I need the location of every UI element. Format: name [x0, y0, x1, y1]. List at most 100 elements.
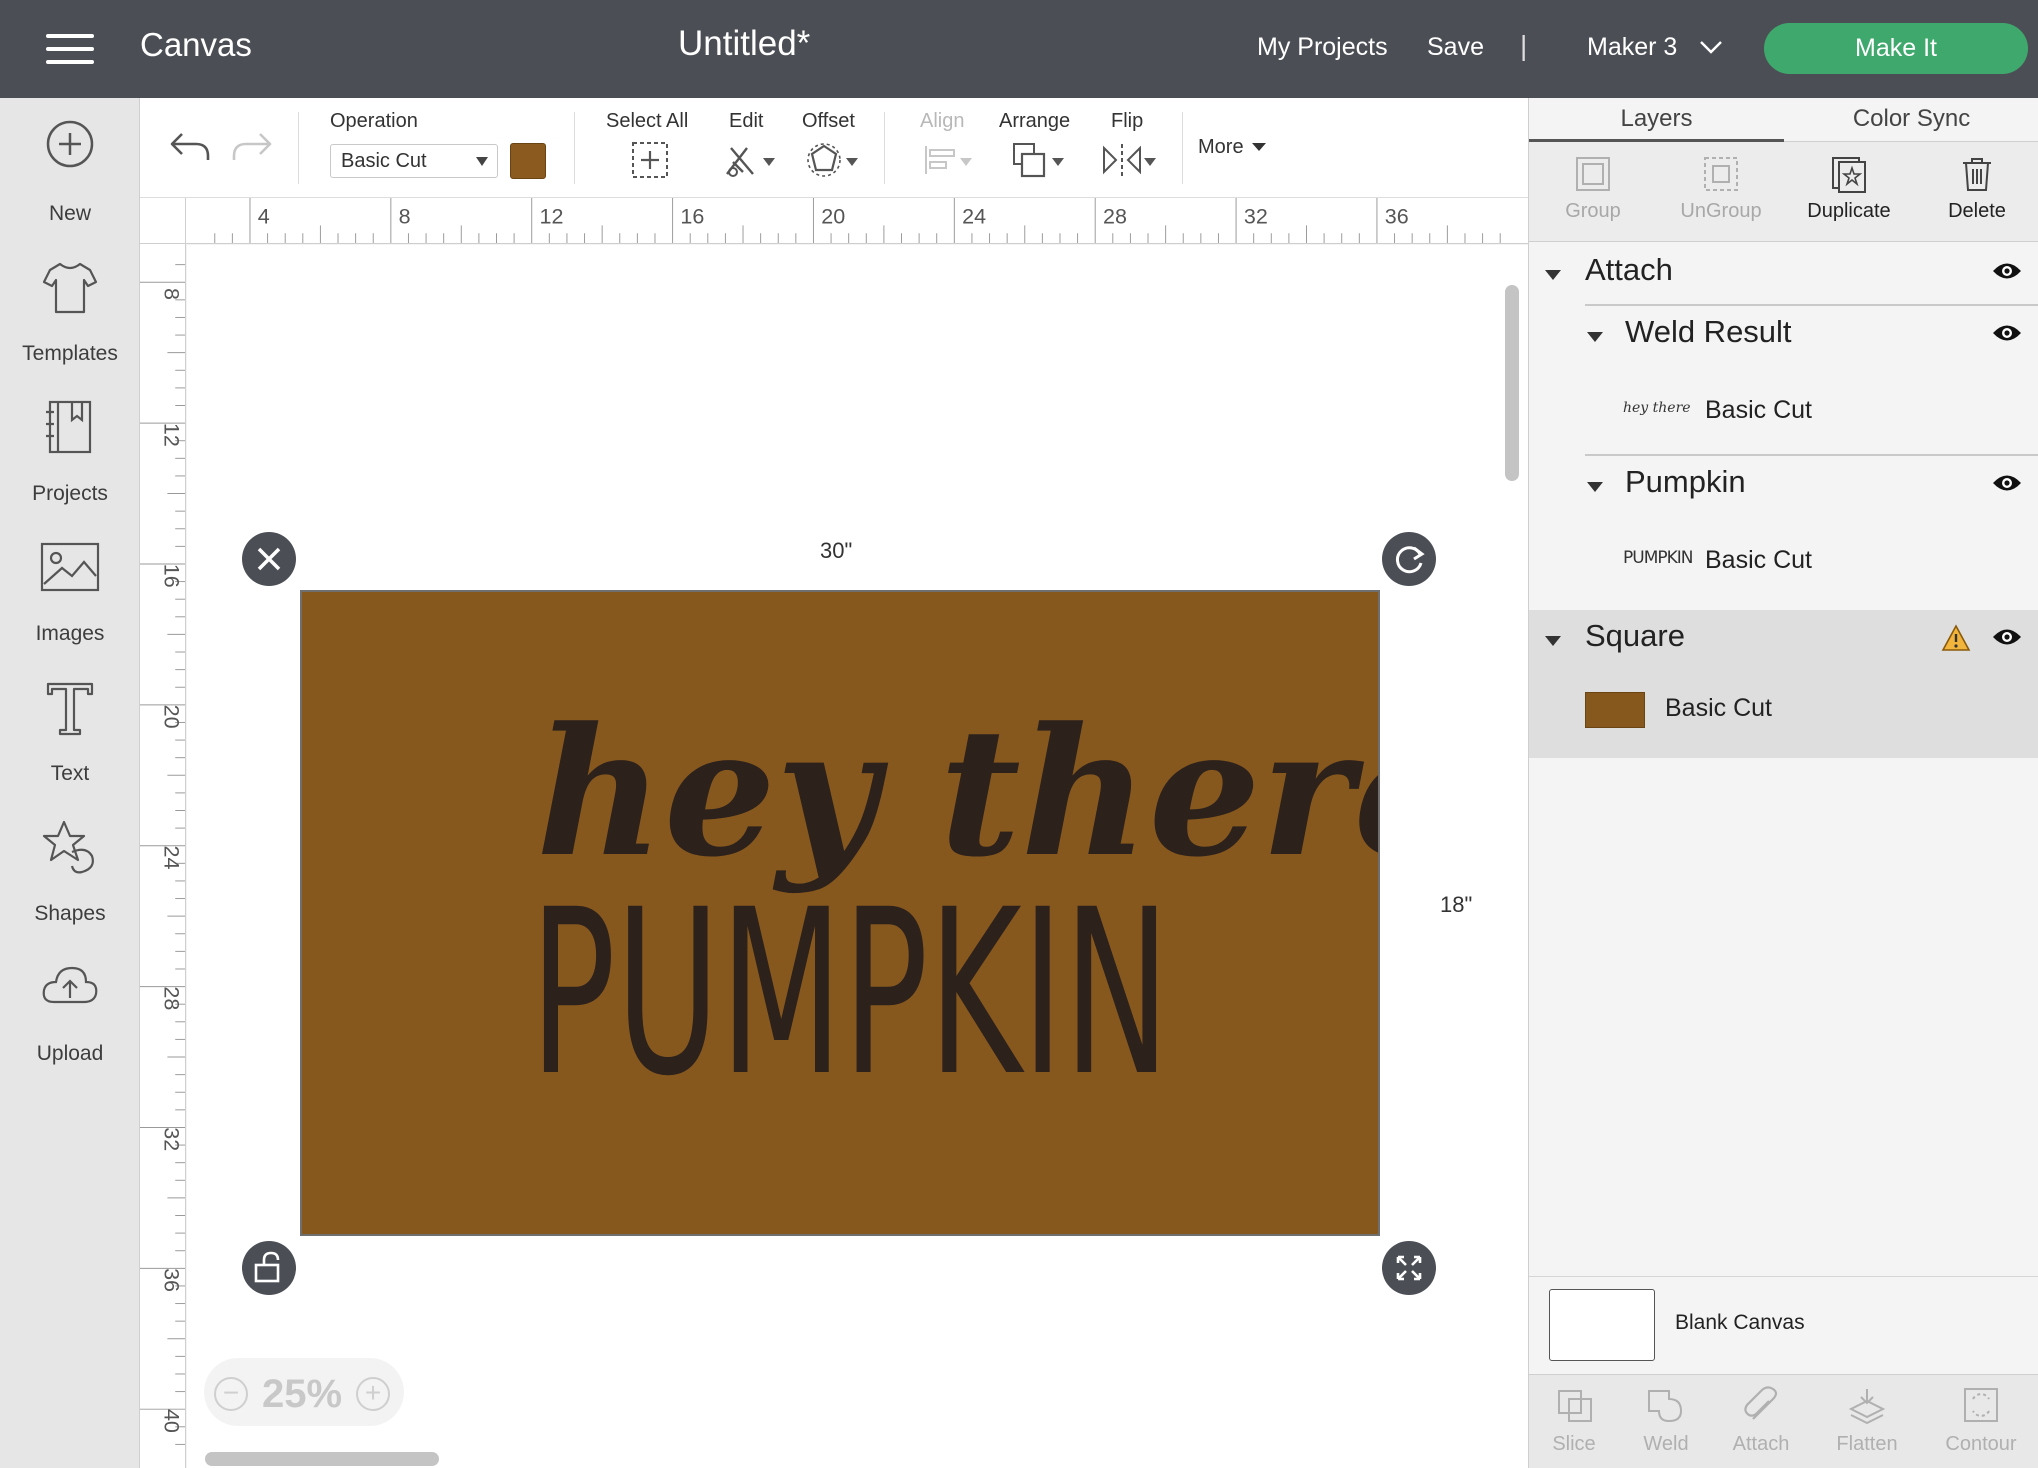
collapse-arrow-icon[interactable]: [1587, 332, 1603, 342]
operation-color-swatch[interactable]: [510, 143, 546, 179]
design-object[interactable]: hey there PUMPKIN: [300, 590, 1380, 1236]
zoom-out-button[interactable]: −: [214, 1377, 248, 1411]
my-projects-link[interactable]: My Projects: [1257, 33, 1388, 62]
layer-group-square[interactable]: Square Basic Cut: [1529, 610, 2038, 758]
layer-toolbar: Group UnGroup Duplicate Delete: [1529, 142, 2038, 242]
sidebar-item-projects[interactable]: Projects: [0, 396, 140, 526]
eye-icon[interactable]: [1991, 322, 2023, 344]
eye-icon[interactable]: [1991, 472, 2023, 494]
more-label: More: [1198, 136, 1244, 158]
rotate-handle[interactable]: [1382, 532, 1436, 586]
offset-label: Offset: [802, 110, 855, 132]
blank-canvas-label: Blank Canvas: [1675, 1311, 1805, 1334]
layer-color-swatch[interactable]: [1585, 692, 1645, 728]
ungroup-button: UnGroup: [1657, 142, 1785, 242]
attach-label: Attach: [1732, 1433, 1790, 1455]
layer-group-attach[interactable]: Attach: [1529, 244, 2038, 304]
arrange-icon[interactable]: [1010, 140, 1066, 180]
eye-icon[interactable]: [1991, 260, 2023, 282]
width-dimension-label: 30": [820, 538, 853, 563]
slice-button: Slice: [1529, 1375, 1619, 1468]
layer-group-weld-result[interactable]: Weld Result: [1529, 306, 2038, 366]
attach-button: Attach: [1713, 1375, 1809, 1468]
operation-select[interactable]: Basic Cut: [330, 144, 498, 178]
resize-handle[interactable]: [1382, 1241, 1436, 1295]
select-all-icon[interactable]: [630, 140, 670, 180]
flip-label: Flip: [1111, 110, 1144, 132]
expand-icon: [1396, 1255, 1422, 1281]
shapes-icon: [42, 820, 94, 874]
delete-button[interactable]: Delete: [1913, 142, 2038, 242]
flip-icon[interactable]: [1100, 140, 1156, 180]
sidebar-label: Images: [35, 622, 105, 645]
blank-canvas-row[interactable]: Blank Canvas: [1529, 1276, 2038, 1374]
ruler-tick-label: 12: [159, 423, 183, 447]
layer-group-title: Square: [1585, 618, 1685, 653]
tab-layers[interactable]: Layers: [1529, 98, 1784, 142]
delete-handle[interactable]: [242, 532, 296, 586]
sidebar-item-text[interactable]: Text: [0, 676, 140, 806]
more-button[interactable]: More: [1198, 136, 1267, 159]
duplicate-icon: [1832, 157, 1866, 193]
plus-circle-icon: [46, 120, 94, 168]
sidebar-item-new[interactable]: New: [0, 116, 140, 246]
delete-label: Delete: [1948, 200, 2006, 222]
lock-handle[interactable]: [242, 1241, 296, 1295]
ruler-tick-label: 20: [821, 204, 845, 228]
blank-canvas-thumbnail: [1549, 1289, 1655, 1361]
machine-selector[interactable]: Maker 3: [1587, 33, 1677, 62]
ruler-tick-label: 36: [1385, 204, 1409, 228]
edit-label: Edit: [729, 110, 764, 132]
collapse-arrow-icon[interactable]: [1545, 636, 1561, 646]
layer-group-title: Attach: [1585, 252, 1673, 287]
sidebar-label: New: [48, 202, 91, 225]
flatten-label: Flatten: [1836, 1433, 1898, 1455]
collapse-arrow-icon[interactable]: [1545, 270, 1561, 280]
edit-tools-icon[interactable]: [723, 140, 777, 180]
layer-item-pumpkin[interactable]: PUMPKIN Basic Cut: [1529, 516, 2038, 606]
slice-icon: [1558, 1390, 1592, 1422]
sidebar-item-upload[interactable]: Upload: [0, 956, 140, 1086]
collapse-arrow-icon[interactable]: [1587, 482, 1603, 492]
ungroup-label: UnGroup: [1680, 200, 1762, 222]
make-it-button[interactable]: Make It: [1764, 23, 2028, 74]
ruler-tick-label: 16: [159, 564, 183, 588]
ruler-tick-label: 4: [258, 204, 270, 228]
vertical-ruler: 8 12 16 20 24 28 32 36 40: [140, 198, 186, 1468]
vertical-scrollbar[interactable]: [1505, 285, 1519, 481]
sidebar-item-shapes[interactable]: Shapes: [0, 816, 140, 946]
undo-icon[interactable]: [168, 128, 212, 164]
top-header: Canvas Untitled* My Projects Save | Make…: [0, 0, 2038, 98]
layer-group-pumpkin[interactable]: Pumpkin: [1529, 456, 2038, 516]
offset-icon[interactable]: [804, 140, 860, 180]
weld-icon: [1648, 1390, 1683, 1423]
duplicate-button[interactable]: Duplicate: [1785, 142, 1913, 242]
horizontal-scrollbar[interactable]: [205, 1452, 439, 1466]
document-title[interactable]: Untitled*: [678, 24, 810, 64]
chevron-down-icon[interactable]: [1700, 36, 1722, 58]
ruler-tick-label: 12: [540, 204, 564, 228]
eye-icon[interactable]: [1991, 626, 2023, 648]
tshirt-icon: [42, 262, 98, 314]
hamburger-menu-icon[interactable]: [46, 34, 94, 64]
image-icon: [40, 542, 100, 592]
tab-color-sync[interactable]: Color Sync: [1784, 98, 2038, 142]
warning-icon[interactable]: [1941, 624, 1971, 652]
layer-item-weld[interactable]: hey there Basic Cut: [1529, 366, 2038, 456]
left-sidebar: New Templates Projects Images Text Shape…: [0, 98, 140, 1468]
ruler-tick-label: 28: [1103, 204, 1127, 228]
sidebar-item-templates[interactable]: Templates: [0, 256, 140, 386]
sidebar-label: Shapes: [34, 902, 106, 925]
header-separator: |: [1520, 30, 1528, 61]
group-icon: [1576, 157, 1610, 191]
rotate-icon: [1395, 546, 1425, 574]
save-button[interactable]: Save: [1427, 33, 1484, 62]
zoom-in-button[interactable]: +: [356, 1377, 390, 1411]
flatten-icon: [1848, 1389, 1886, 1425]
toolbar-divider: [298, 112, 299, 184]
toolbar-divider: [884, 112, 885, 184]
ruler-tick-label: 32: [159, 1127, 183, 1151]
sidebar-item-images[interactable]: Images: [0, 536, 140, 666]
toolbar-divider: [574, 112, 575, 184]
group-label: Group: [1565, 200, 1621, 222]
